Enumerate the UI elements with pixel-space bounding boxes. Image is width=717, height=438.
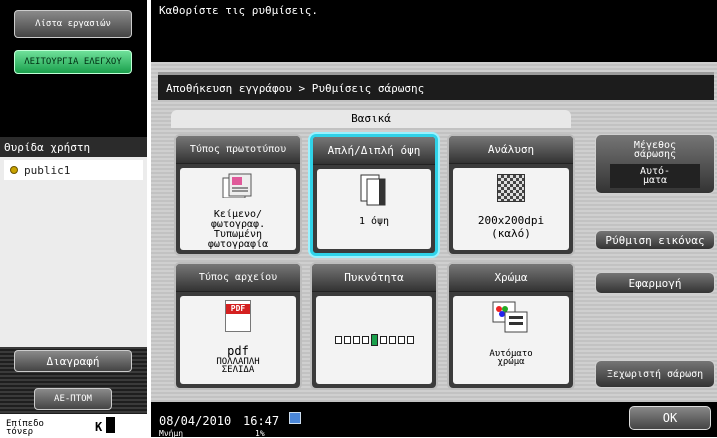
toner-value: K bbox=[95, 420, 103, 434]
file-type-tile[interactable]: Τύπος αρχείου PDF pdf ΠΟΛΛΑΠΛΗ ΣΕΛΙΔΑ bbox=[174, 262, 302, 390]
zoom-button[interactable]: ΑΕ-ΠΤΟΜ bbox=[34, 388, 112, 410]
simplex-duplex-body: 1 όψη bbox=[317, 169, 431, 249]
scan-size-button[interactable]: Μέγεθος σάρωσης Αυτό- ματα bbox=[595, 134, 715, 194]
job-list-button[interactable]: Λίστα εργασιών bbox=[14, 10, 132, 38]
user-box-title: Θυρίδα χρήστη bbox=[0, 137, 147, 157]
density-step bbox=[343, 336, 351, 344]
density-step bbox=[334, 336, 342, 344]
resolution-grid-icon bbox=[497, 174, 525, 202]
density-step bbox=[352, 336, 360, 344]
text-photo-icon bbox=[222, 173, 252, 198]
resolution-body: 200x200dpi (καλό) bbox=[453, 168, 569, 250]
original-type-title: Τύπος πρωτοτύπου bbox=[176, 136, 300, 164]
user-box-item-label: public1 bbox=[24, 163, 71, 177]
check-function-button[interactable]: ΛΕΙΤΟΥΡΓΙΑ ΕΛΕΓΧΟΥ bbox=[14, 50, 132, 74]
density-scale bbox=[334, 334, 414, 346]
tab-basic[interactable]: Βασικά bbox=[171, 110, 571, 128]
single-side-icon bbox=[360, 174, 386, 206]
settings-area: Αποθήκευση εγγράφου > Ρυθμίσεις σάρωσης … bbox=[151, 62, 717, 402]
resolution-value: 200x200dpi (καλό) bbox=[477, 214, 545, 240]
delete-button[interactable]: Διαγραφή bbox=[14, 350, 132, 372]
simplex-duplex-title: Απλή/Διπλή όψη bbox=[313, 137, 435, 165]
original-type-value: Κείμενο/ φωτογραφ. Τυπωμένη φωτογραφία bbox=[207, 209, 269, 250]
ok-button[interactable]: OK bbox=[629, 406, 711, 430]
density-step bbox=[397, 336, 405, 344]
user-box-item-public1[interactable]: public1 bbox=[4, 160, 143, 180]
file-type-page-option: ΠΟΛΛΑΠΛΗ ΣΕΛΙΔΑ bbox=[216, 357, 260, 375]
resolution-title: Ανάλυση bbox=[449, 136, 573, 164]
breadcrumb: Αποθήκευση εγγράφου > Ρυθμίσεις σάρωσης bbox=[158, 72, 714, 100]
density-step bbox=[388, 336, 396, 344]
original-type-tile[interactable]: Τύπος πρωτοτύπου Κείμενο/ φωτογραφ. Τυπω… bbox=[174, 134, 302, 256]
resolution-tile[interactable]: Ανάλυση 200x200dpi (καλό) bbox=[447, 134, 575, 256]
scan-size-value: Αυτό- ματα bbox=[610, 163, 700, 188]
density-step bbox=[370, 334, 378, 346]
color-tile[interactable]: Χρώμα Αυτόματο χρώμα bbox=[447, 262, 575, 390]
instruction-message: Καθορίστε τις ρυθμίσεις. bbox=[159, 4, 318, 17]
color-title: Χρώμα bbox=[449, 264, 573, 292]
network-icon bbox=[289, 412, 301, 424]
density-body bbox=[316, 296, 432, 384]
status-bar: 08/04/2010 16:47 Μνήμη 1% OK bbox=[151, 402, 717, 438]
pdf-icon-label: PDF bbox=[226, 304, 250, 314]
density-step bbox=[406, 336, 414, 344]
original-type-body: Κείμενο/ φωτογραφ. Τυπωμένη φωτογραφία bbox=[180, 168, 296, 250]
toner-level-bar bbox=[106, 417, 115, 433]
image-adjust-button[interactable]: Ρύθμιση εικόνας bbox=[595, 230, 715, 250]
toner-indicator: Επίπεδο τόνερ K bbox=[0, 414, 147, 437]
separate-scan-button[interactable]: Ξεχωριστή σάρωση bbox=[595, 360, 715, 388]
density-title: Πυκνότητα bbox=[312, 264, 436, 292]
file-type-body: PDF pdf ΠΟΛΛΑΠΛΗ ΣΕΛΙΔΑ bbox=[180, 296, 296, 384]
message-bar: Καθορίστε τις ρυθμίσεις. bbox=[151, 0, 717, 62]
date-text: 08/04/2010 bbox=[159, 414, 232, 428]
time-text: 16:47 bbox=[243, 414, 280, 428]
file-type-title: Τύπος αρχείου bbox=[176, 264, 300, 292]
pdf-icon: PDF bbox=[225, 300, 251, 332]
auto-color-icon bbox=[492, 301, 528, 333]
color-value: Αυτόματο χρώμα bbox=[489, 349, 533, 367]
scan-size-label: Μέγεθος σάρωσης bbox=[633, 139, 677, 160]
density-tile[interactable]: Πυκνότητα bbox=[310, 262, 438, 390]
density-step bbox=[361, 336, 369, 344]
simplex-duplex-tile[interactable]: Απλή/Διπλή όψη 1 όψη bbox=[310, 134, 438, 256]
density-step bbox=[379, 336, 387, 344]
left-panel: Λίστα εργασιών ΛΕΙΤΟΥΡΓΙΑ ΕΛΕΓΧΟΥ Θυρίδα… bbox=[0, 0, 147, 437]
color-body: Αυτόματο χρώμα bbox=[453, 296, 569, 384]
simplex-duplex-value: 1 όψη bbox=[358, 216, 390, 227]
toner-label: Επίπεδο τόνερ bbox=[6, 419, 44, 437]
folder-icon bbox=[10, 166, 18, 174]
file-type-value: pdf bbox=[227, 344, 249, 358]
application-button[interactable]: Εφαρμογή bbox=[595, 272, 715, 294]
user-box-panel: Θυρίδα χρήστη public1 bbox=[0, 137, 147, 347]
